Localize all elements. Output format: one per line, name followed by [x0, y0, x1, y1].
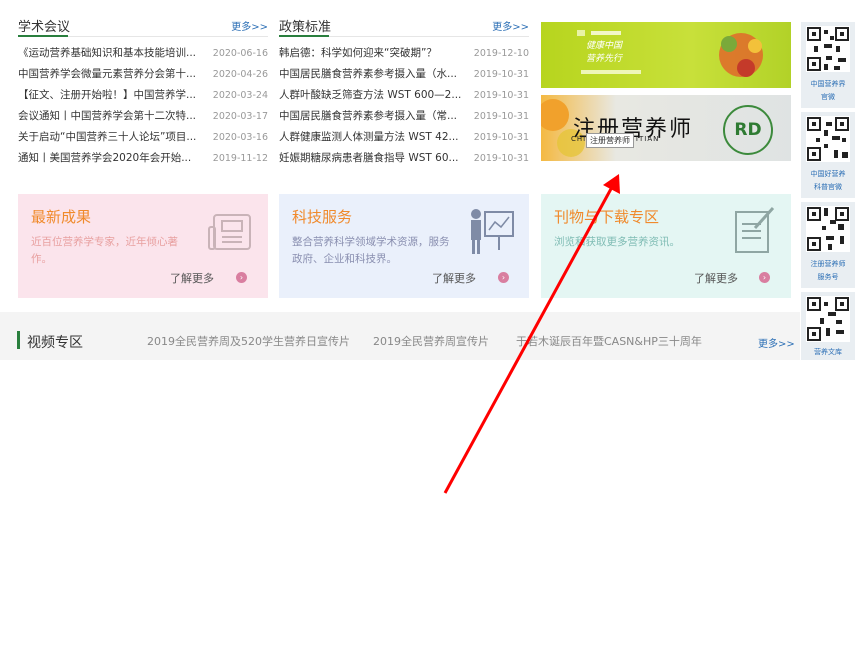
annotation-arrow [443, 174, 620, 494]
